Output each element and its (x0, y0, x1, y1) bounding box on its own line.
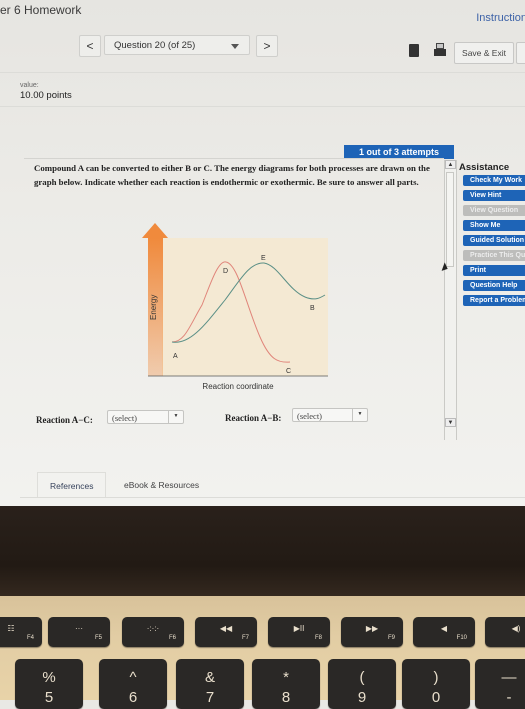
assist-button-print[interactable]: Print (463, 265, 525, 276)
key-glyph-icon: ··· (75, 624, 83, 633)
reaction-ac-select[interactable]: (select) ▼ (107, 410, 184, 424)
key-symbol: & (204, 669, 215, 686)
question-selector-label: Question 20 (of 25) (114, 40, 196, 51)
key-number: 8 (281, 689, 291, 706)
tab-references[interactable]: References (37, 472, 107, 498)
assist-button-report-a-problem[interactable]: Report a Problem (463, 295, 525, 306)
reaction-ac-selected-value: (select) (112, 413, 138, 423)
key-number: 0 (431, 689, 441, 706)
key-f7[interactable]: ◀◀ F7 (195, 617, 257, 647)
key--[interactable]: — - (475, 659, 525, 709)
assist-button-check-my-work[interactable]: Check My Work (463, 175, 525, 186)
points-value: 10.00 points (20, 90, 72, 101)
key-symbol: ^ (129, 669, 137, 686)
chevron-down-icon: ▼ (168, 411, 183, 423)
course-title: er 6 Homework (0, 3, 82, 17)
key-f10[interactable]: ◀ F10 (413, 617, 475, 647)
print-icon[interactable] (434, 43, 446, 56)
assist-button-show-me[interactable]: Show Me (463, 220, 525, 231)
reaction-ac-label: Reaction A−C: (36, 415, 93, 425)
key-f5[interactable]: ··· F5 (48, 617, 110, 647)
key-glyph-icon: ▶II (293, 624, 305, 633)
tabs-divider (20, 497, 525, 498)
key-symbol: ) (433, 669, 439, 686)
point-label-c: C (286, 368, 291, 375)
question-text: Compound A can be converted to either B … (34, 163, 430, 187)
key-f6[interactable]: ·:·:· F6 (122, 617, 184, 647)
key-6[interactable]: ^ 6 (99, 659, 167, 709)
point-label-d: D (223, 268, 228, 275)
assistance-title: Assistance (459, 162, 510, 173)
energy-axis-arrow-head (142, 223, 168, 238)
key-glyph-icon: ◀ (440, 624, 448, 633)
previous-question-button[interactable]: < (79, 35, 101, 57)
key-f9[interactable]: ▶▶ F9 (341, 617, 403, 647)
key-label: F6 (168, 635, 176, 641)
key-label: F5 (94, 635, 102, 641)
key-glyph-icon: ◀) (511, 624, 521, 633)
key-label: F9 (387, 635, 395, 641)
key-number: 7 (205, 689, 215, 706)
next-question-button[interactable]: > (256, 35, 278, 57)
assist-button-view-hint[interactable]: View Hint (463, 190, 525, 201)
key-label: F7 (241, 635, 249, 641)
save-exit-button[interactable]: Save & Exit (454, 42, 514, 64)
key-symbol: * (283, 669, 289, 686)
reaction-coordinate-label: Reaction coordinate (202, 382, 274, 391)
key-volume[interactable]: ◀) (485, 617, 525, 647)
assist-button-question-help[interactable]: Question Help (463, 280, 525, 291)
key-number: 9 (357, 689, 367, 706)
energy-axis-label: Energy (149, 295, 158, 320)
key-label: F4 (26, 635, 34, 641)
key-number: 5 (44, 689, 54, 706)
assist-button-view-question[interactable]: View Question (463, 205, 525, 216)
key-label: F8 (314, 635, 322, 641)
key-number: 6 (128, 689, 138, 706)
key-glyph-icon: ·:·:· (146, 624, 160, 633)
key-f8[interactable]: ▶II F8 (268, 617, 330, 647)
key-5[interactable]: % 5 (15, 659, 83, 709)
key-7[interactable]: & 7 (176, 659, 244, 709)
chevron-down-icon: ▼ (352, 409, 367, 421)
point-label-a: A (173, 353, 178, 360)
point-label-e: E (261, 255, 266, 262)
key-glyph-icon: ◀◀ (219, 624, 233, 633)
scroll-up-icon[interactable]: ▲ (445, 160, 456, 169)
assist-button-guided-solution[interactable]: Guided Solution (463, 235, 525, 246)
key-glyph-icon: ▶▶ (365, 624, 379, 633)
assist-button-practice-this-question[interactable]: Practice This Question (463, 250, 525, 261)
key-f4[interactable]: ☷ F4 (0, 617, 42, 647)
laptop-bezel (0, 506, 525, 606)
attempts-badge: 1 out of 3 attempts (344, 145, 454, 159)
key-number: - (506, 689, 512, 706)
submit-button[interactable] (516, 42, 525, 64)
reaction-ab-selected-value: (select) (297, 411, 323, 421)
question-scrollbar[interactable]: ▲ ▼ (444, 160, 457, 440)
energy-diagram: Energy Reaction coordinate A B C D E (142, 223, 328, 391)
key-label: F10 (456, 635, 467, 641)
browser-screen: er 6 Homework Instruction < Question 20 … (0, 0, 525, 507)
scroll-thumb[interactable] (446, 172, 454, 267)
reaction-ab-label: Reaction A−B: (225, 413, 282, 423)
divider (0, 106, 525, 107)
key-symbol: ( (359, 669, 365, 686)
key-8[interactable]: * 8 (252, 659, 320, 709)
book-icon[interactable] (409, 44, 419, 57)
divider (0, 72, 525, 73)
key-0[interactable]: ) 0 (402, 659, 470, 709)
diagram-background (162, 238, 328, 376)
scroll-down-icon[interactable]: ▼ (445, 418, 456, 427)
reaction-ab-select[interactable]: (select) ▼ (292, 408, 368, 422)
key-9[interactable]: (9 (328, 659, 396, 709)
chevron-down-icon (231, 44, 239, 49)
tab-ebook-resources[interactable]: eBook & Resources (112, 472, 211, 498)
key-glyph-icon: ☷ (7, 624, 15, 633)
value-label: value: (20, 82, 39, 89)
point-label-b: B (310, 305, 315, 312)
key-symbol: % (42, 669, 56, 686)
key-symbol: — (501, 669, 517, 686)
question-selector[interactable]: Question 20 (of 25) (104, 35, 250, 55)
instructions-link[interactable]: Instruction (476, 12, 525, 24)
